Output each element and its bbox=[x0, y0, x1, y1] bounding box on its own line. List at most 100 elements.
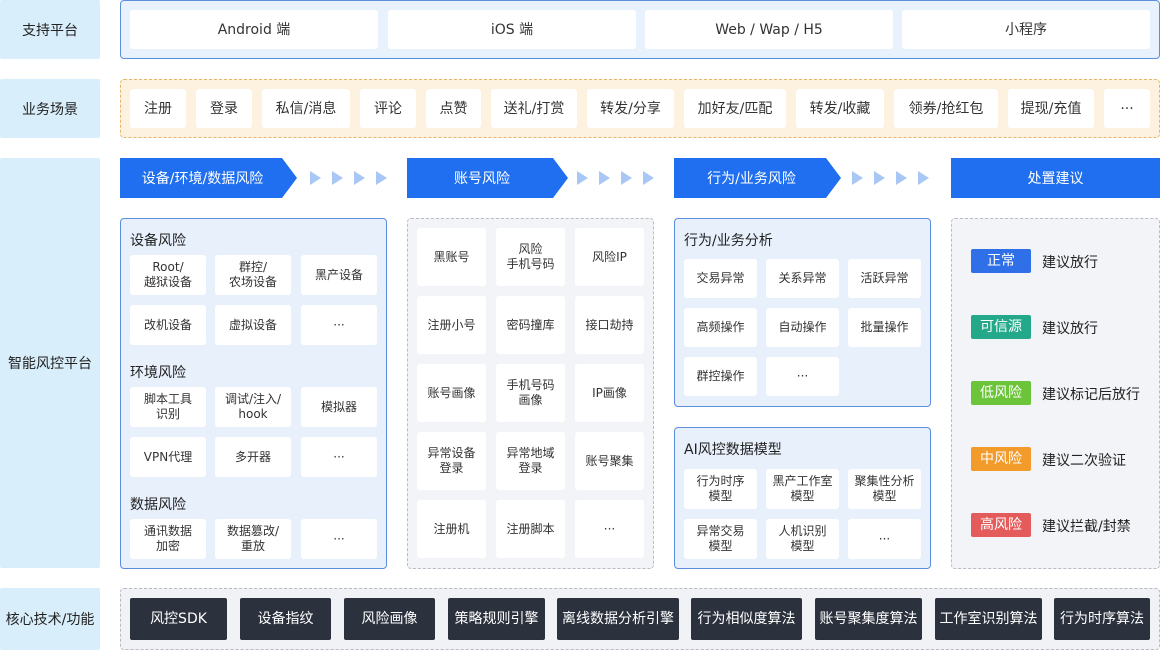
device-risk-item: Root/ 越狱设备 bbox=[130, 255, 206, 295]
core-tech-item: 行为时序算法 bbox=[1054, 598, 1150, 640]
account-risk-item: 黑账号 bbox=[417, 228, 486, 286]
env-risk-item: 脚本工具 识别 bbox=[130, 387, 206, 427]
ai-model-item: 异常交易 模型 bbox=[684, 519, 757, 559]
flow-header-3: 行为/业务风险 bbox=[707, 171, 796, 187]
behavior-item: 交易异常 bbox=[684, 259, 757, 298]
scene-item: 送礼/打赏 bbox=[491, 89, 577, 128]
risk-level-badge: 正常 bbox=[971, 249, 1031, 273]
data-risk-item: ··· bbox=[301, 519, 377, 559]
scene-item: 领券/抢红包 bbox=[894, 89, 998, 128]
core-tech-item: 策略规则引擎 bbox=[448, 598, 545, 640]
core-tech-item: 离线数据分析引擎 bbox=[557, 598, 679, 640]
platform-item: Android 端 bbox=[130, 10, 378, 49]
behavior-item: 高频操作 bbox=[684, 308, 757, 347]
scene-item: ··· bbox=[1104, 89, 1150, 128]
device-risk-item: ··· bbox=[301, 305, 377, 345]
flow-arrow-icon bbox=[310, 171, 321, 185]
flow-header-1: 设备/环境/数据风险 bbox=[141, 171, 264, 187]
account-risk-item: 风险IP bbox=[575, 228, 644, 286]
flow-header-4: 处置建议 bbox=[1027, 171, 1084, 187]
behavior-item: 关系异常 bbox=[766, 259, 839, 298]
account-risk-item: 异常地域 登录 bbox=[496, 432, 565, 490]
scene-item: 加好友/匹配 bbox=[684, 89, 786, 128]
behavior-item: 群控操作 bbox=[684, 357, 757, 396]
scene-item: 私信/消息 bbox=[262, 89, 350, 128]
flow-arrow-icon bbox=[332, 171, 343, 185]
account-risk-item: 手机号码 画像 bbox=[496, 364, 565, 422]
device-risk-item: 虚拟设备 bbox=[215, 305, 291, 345]
data-risk-title: 数据风险 bbox=[130, 497, 186, 513]
label-risk-platform: 智能风控平台 bbox=[0, 158, 100, 568]
env-risk-title: 环境风险 bbox=[130, 365, 186, 381]
account-risk-item: ··· bbox=[575, 500, 644, 558]
scene-item: 登录 bbox=[196, 89, 252, 128]
label-core-tech: 核心技术/功能 bbox=[0, 588, 100, 650]
ai-model-item: 聚集性分析 模型 bbox=[848, 469, 921, 509]
ai-model-item: 黑产工作室 模型 bbox=[766, 469, 839, 509]
flow-arrow-icon bbox=[643, 171, 654, 185]
core-tech-item: 设备指纹 bbox=[240, 598, 331, 640]
label-platform: 支持平台 bbox=[0, 0, 100, 59]
account-risk-item: 账号画像 bbox=[417, 364, 486, 422]
env-risk-item: 调试/注入/ hook bbox=[215, 387, 291, 427]
platform-item: 小程序 bbox=[902, 10, 1150, 49]
core-tech-item: 风控SDK bbox=[130, 598, 227, 640]
behavior-item: 批量操作 bbox=[848, 308, 921, 347]
scene-item: 注册 bbox=[130, 89, 186, 128]
ai-model-title: AI风控数据模型 bbox=[684, 442, 782, 458]
label-scene: 业务场景 bbox=[0, 79, 100, 138]
flow-arrow-icon bbox=[896, 171, 907, 185]
account-risk-item: 异常设备 登录 bbox=[417, 432, 486, 490]
account-risk-item: IP画像 bbox=[575, 364, 644, 422]
flow-arrow-icon bbox=[577, 171, 588, 185]
flow-arrow-icon bbox=[376, 171, 387, 185]
risk-level-badge: 中风险 bbox=[971, 447, 1031, 471]
flow-arrow-icon bbox=[599, 171, 610, 185]
platform-item: Web / Wap / H5 bbox=[645, 10, 893, 49]
scene-item: 提现/充值 bbox=[1008, 89, 1094, 128]
behavior-item: 活跃异常 bbox=[848, 259, 921, 298]
risk-level-badge: 高风险 bbox=[971, 513, 1031, 537]
scene-item: 点赞 bbox=[426, 89, 481, 128]
behavior-item: ··· bbox=[766, 357, 839, 396]
platform-item: iOS 端 bbox=[388, 10, 636, 49]
flow-arrow-icon bbox=[621, 171, 632, 185]
env-risk-item: VPN代理 bbox=[130, 437, 206, 477]
core-tech-item: 工作室识别算法 bbox=[935, 598, 1042, 640]
account-risk-item: 注册小号 bbox=[417, 296, 486, 354]
env-risk-item: 模拟器 bbox=[301, 387, 377, 427]
risk-advice-text: 建议标记后放行 bbox=[1042, 387, 1140, 403]
flow-arrow-icon bbox=[852, 171, 863, 185]
flow-arrow-icon bbox=[918, 171, 929, 185]
risk-advice-text: 建议放行 bbox=[1042, 255, 1098, 271]
core-tech-item: 账号聚集度算法 bbox=[815, 598, 922, 640]
account-risk-item: 接口劫持 bbox=[575, 296, 644, 354]
scene-item: 转发/分享 bbox=[587, 89, 674, 128]
data-risk-item: 数据篡改/ 重放 bbox=[215, 519, 291, 559]
risk-level-badge: 低风险 bbox=[971, 381, 1031, 405]
device-risk-item: 改机设备 bbox=[130, 305, 206, 345]
account-risk-item: 注册机 bbox=[417, 500, 486, 558]
ai-model-item: 人机识别 模型 bbox=[766, 519, 839, 559]
scene-item: 转发/收藏 bbox=[796, 89, 884, 128]
data-risk-item: 通讯数据 加密 bbox=[130, 519, 206, 559]
env-risk-item: ··· bbox=[301, 437, 377, 477]
account-risk-item: 风险 手机号码 bbox=[496, 228, 565, 286]
account-risk-item: 注册脚本 bbox=[496, 500, 565, 558]
flow-arrow-icon bbox=[874, 171, 885, 185]
risk-level-badge: 可信源 bbox=[971, 315, 1031, 339]
device-risk-title: 设备风险 bbox=[130, 233, 186, 249]
device-risk-item: 群控/ 农场设备 bbox=[215, 255, 291, 295]
account-risk-item: 密码撞库 bbox=[496, 296, 565, 354]
env-risk-item: 多开器 bbox=[215, 437, 291, 477]
risk-advice-text: 建议二次验证 bbox=[1042, 453, 1126, 469]
flow-header-2: 账号风险 bbox=[454, 171, 510, 187]
core-tech-item: 行为相似度算法 bbox=[691, 598, 802, 640]
behavior-item: 自动操作 bbox=[766, 308, 839, 347]
device-risk-item: 黑产设备 bbox=[301, 255, 377, 295]
core-tech-item: 风险画像 bbox=[344, 598, 435, 640]
ai-model-item: ··· bbox=[848, 519, 921, 559]
risk-advice-text: 建议放行 bbox=[1042, 321, 1098, 337]
scene-item: 评论 bbox=[360, 89, 416, 128]
ai-model-item: 行为时序 模型 bbox=[684, 469, 757, 509]
